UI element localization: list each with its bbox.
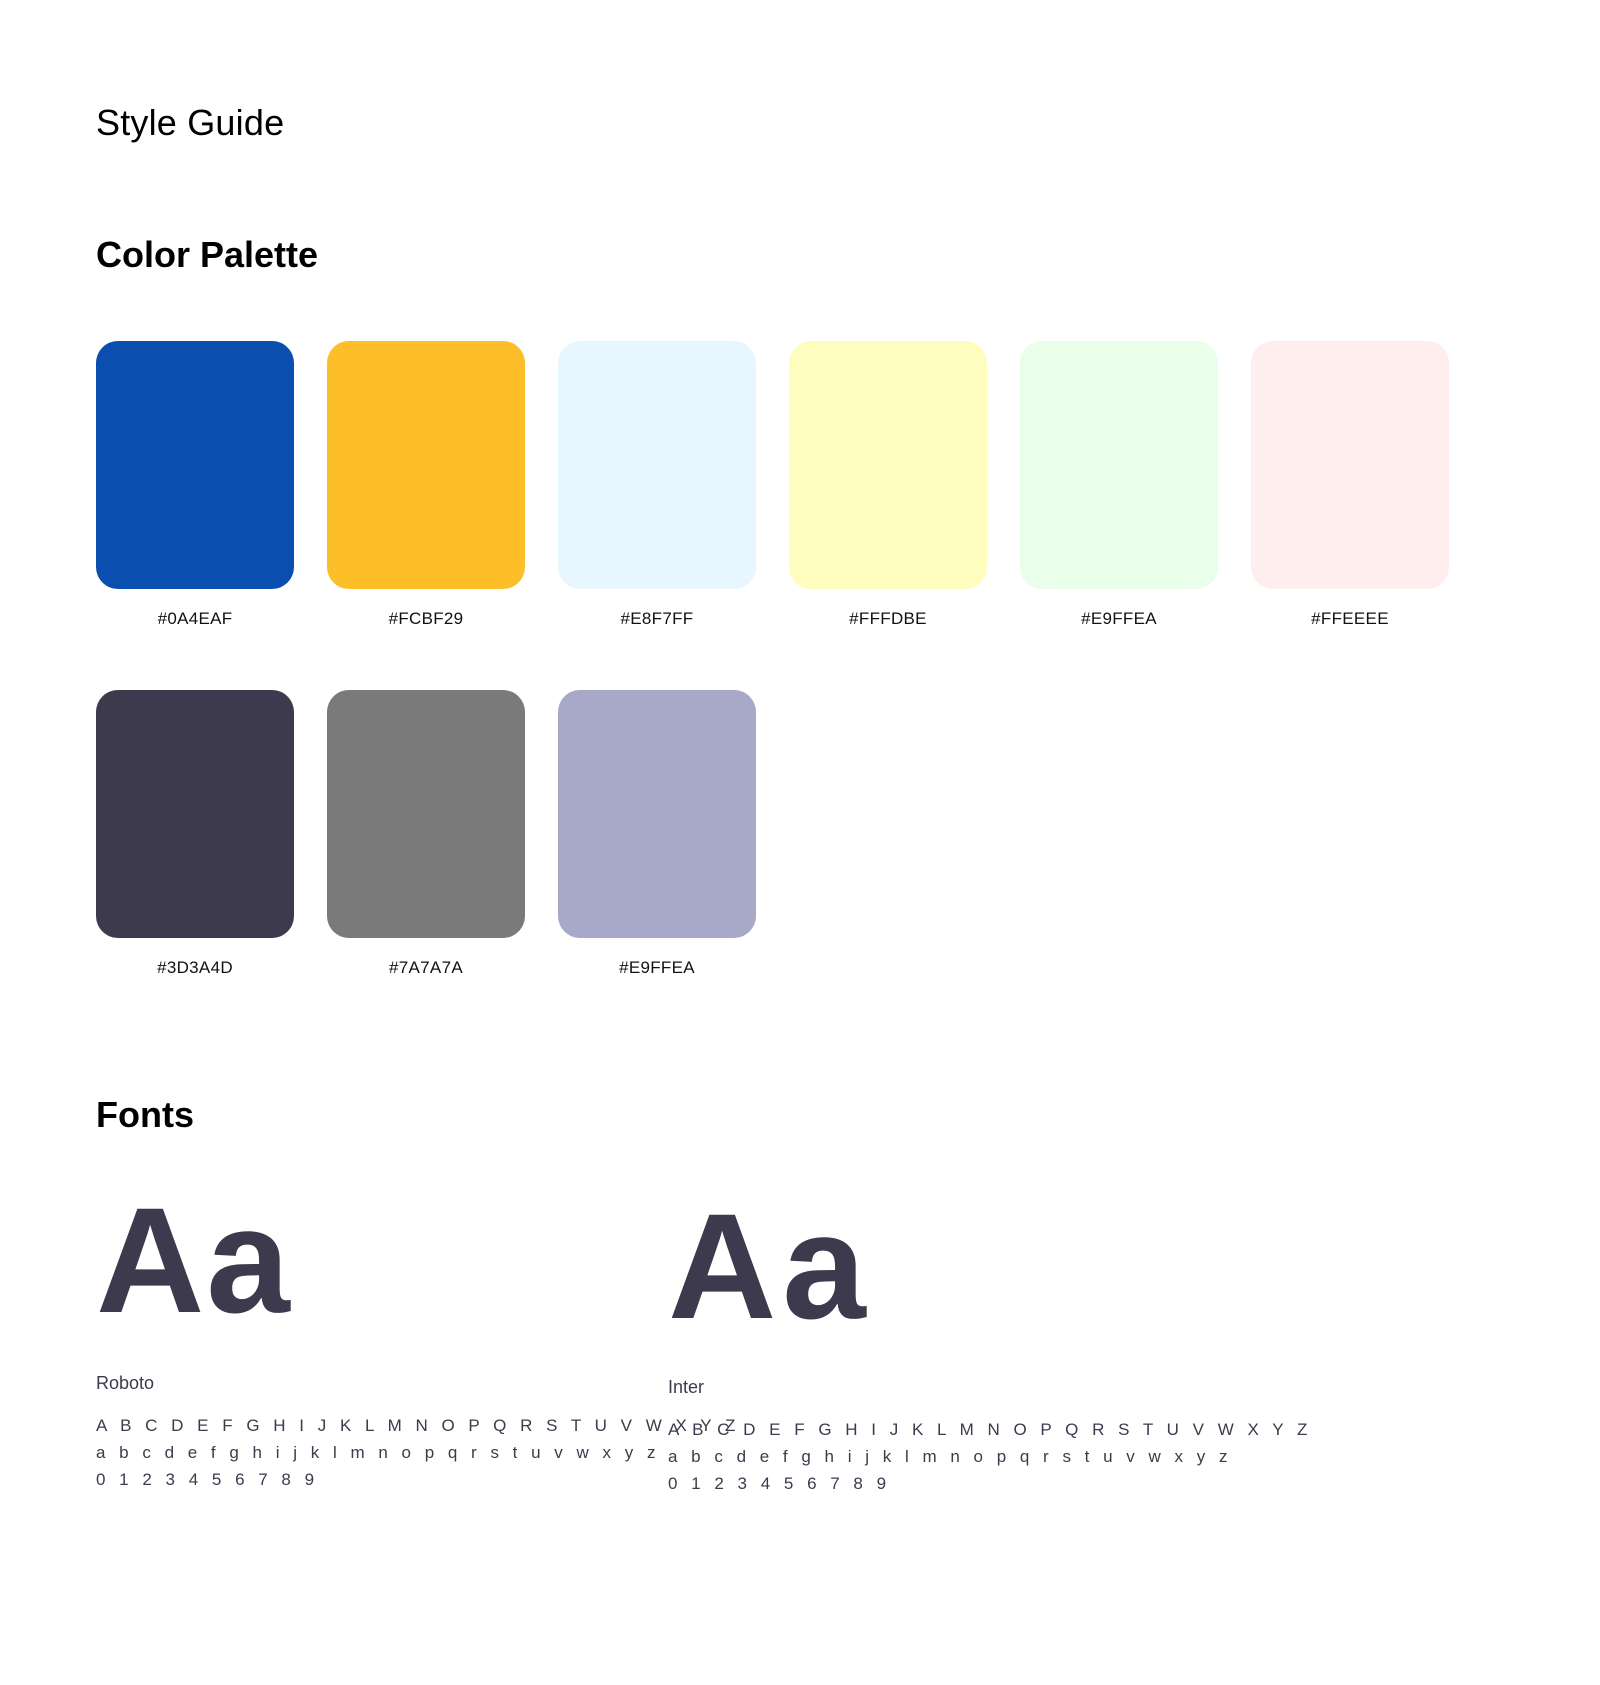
color-hex-label: #E8F7FF xyxy=(620,609,694,628)
font-sample-inter: Aa Inter A B C D E F G H I J K L M N O P… xyxy=(668,1185,1312,1497)
color-chip xyxy=(327,690,525,938)
color-swatch: #FCBF29 xyxy=(327,341,525,629)
color-swatch: #FFEEEE xyxy=(1251,341,1449,629)
font-name: Inter xyxy=(668,1377,705,1397)
font-name: Roboto xyxy=(96,1373,155,1393)
font-character-set: A B C D E F G H I J K L M N O P Q R S T … xyxy=(96,1412,740,1493)
color-palette-heading: Color Palette xyxy=(96,234,319,275)
color-swatch: #FFFDBE xyxy=(789,341,987,629)
font-uppercase: A B C D E F G H I J K L M N O P Q R S T … xyxy=(96,1416,740,1435)
font-sample-roboto: Aa Roboto A B C D E F G H I J K L M N O … xyxy=(96,1185,740,1493)
font-digits: 0 1 2 3 4 5 6 7 8 9 xyxy=(668,1474,891,1493)
color-hex-label: #FCBF29 xyxy=(388,609,464,628)
color-swatch: #3D3A4D xyxy=(96,690,294,978)
page-title: Style Guide xyxy=(96,102,285,143)
color-hex-label: #3D3A4D xyxy=(157,958,233,977)
color-chip xyxy=(558,690,756,938)
fonts-heading: Fonts xyxy=(96,1094,194,1135)
font-lowercase: a b c d e f g h i j k l m n o p q r s t … xyxy=(96,1443,660,1462)
color-chip xyxy=(558,341,756,589)
color-hex-label: #FFFDBE xyxy=(849,609,927,628)
font-glyph-preview: Aa xyxy=(668,1182,872,1350)
color-hex-label: #0A4EAF xyxy=(157,609,233,628)
font-digits: 0 1 2 3 4 5 6 7 8 9 xyxy=(96,1470,319,1489)
color-swatch: #E8F7FF xyxy=(558,341,756,629)
color-chip xyxy=(96,690,294,938)
color-swatch: #E9FFEA xyxy=(1020,341,1218,629)
color-swatch: #E9FFEA xyxy=(558,690,756,978)
font-character-set: A B C D E F G H I J K L M N O P Q R S T … xyxy=(668,1416,1312,1497)
color-swatch: #0A4EAF xyxy=(96,341,294,629)
color-chip xyxy=(1251,341,1449,589)
color-hex-label: #E9FFEA xyxy=(1081,609,1157,628)
color-chip xyxy=(96,341,294,589)
color-hex-label: #E9FFEA xyxy=(619,958,695,977)
color-chip xyxy=(789,341,987,589)
color-swatch: #7A7A7A xyxy=(327,690,525,978)
font-lowercase: a b c d e f g h i j k l m n o p q r s t … xyxy=(668,1447,1232,1466)
font-glyph-preview: Aa xyxy=(96,1176,292,1344)
color-chip xyxy=(1020,341,1218,589)
color-hex-label: #FFEEEE xyxy=(1311,609,1389,628)
color-chip xyxy=(327,341,525,589)
font-uppercase: A B C D E F G H I J K L M N O P Q R S T … xyxy=(668,1420,1312,1439)
color-hex-label: #7A7A7A xyxy=(389,958,463,977)
